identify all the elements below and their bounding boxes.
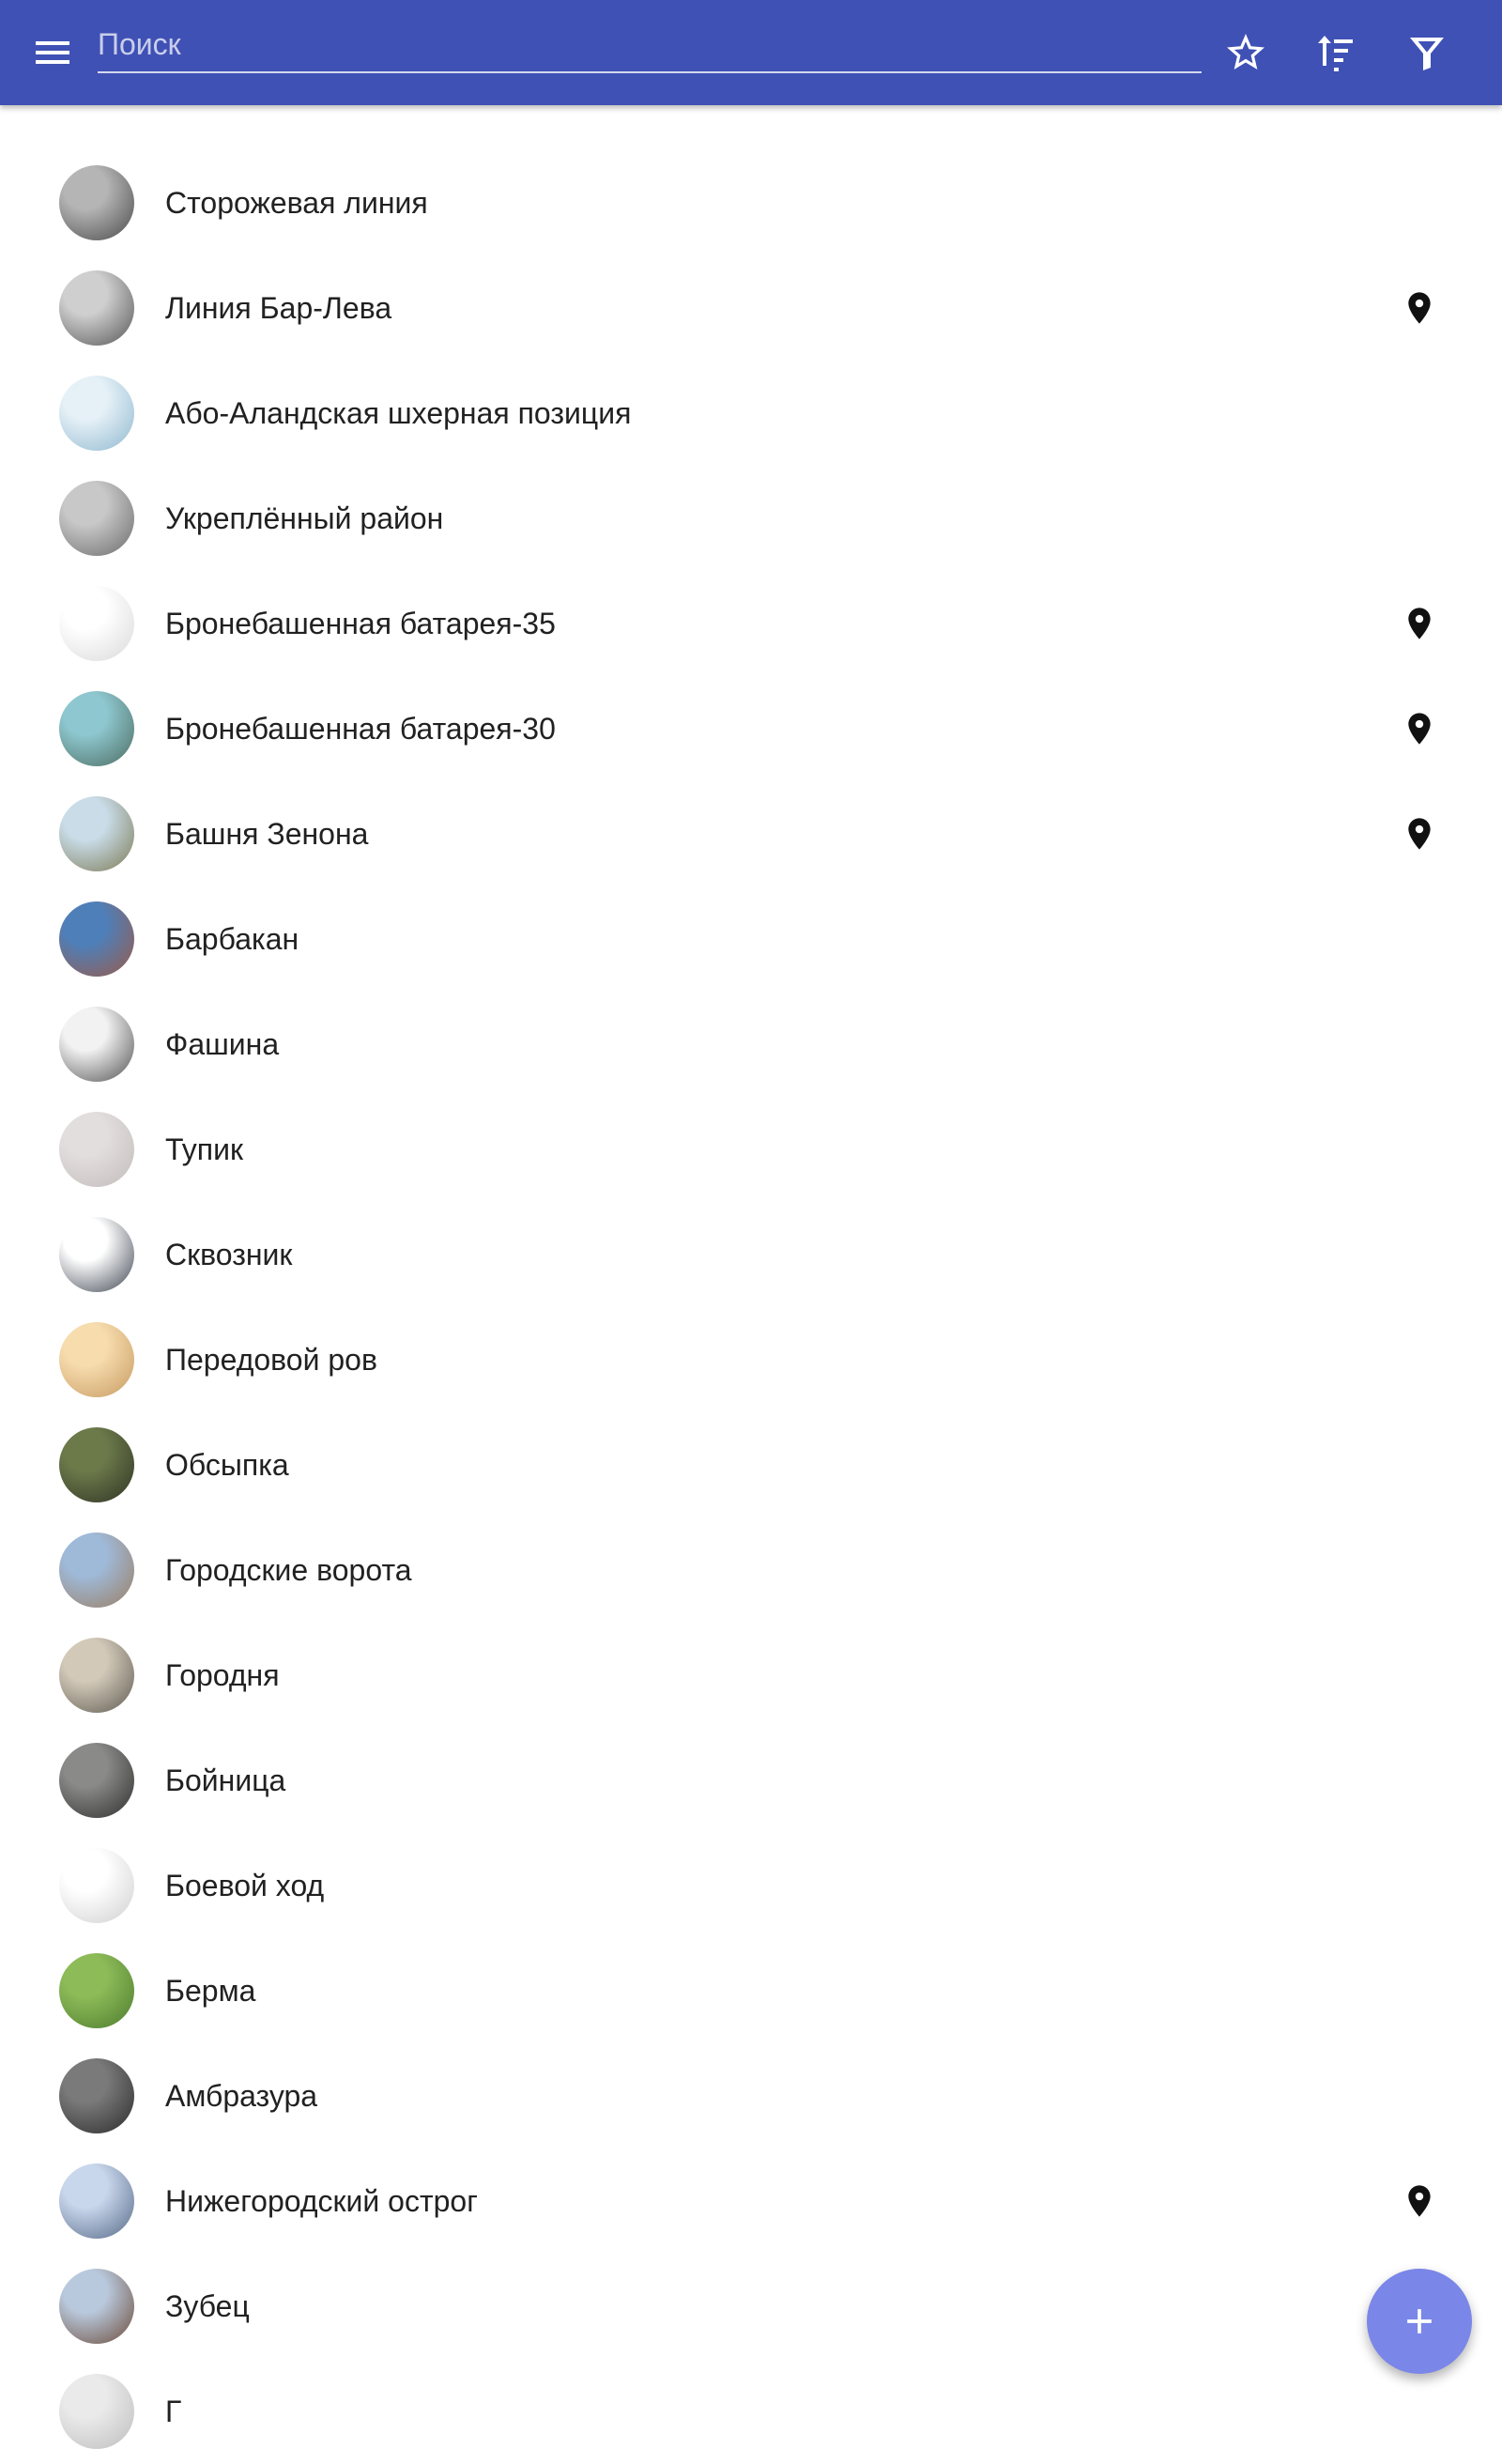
item-thumbnail (59, 376, 134, 451)
list-item[interactable]: Бойница (0, 1728, 1502, 1833)
list-item[interactable]: Бронебашенная батарея-35 (0, 571, 1502, 676)
filter-button[interactable] (1389, 15, 1464, 90)
item-thumbnail (59, 2374, 134, 2449)
list-item[interactable]: Або-Аландская шхерная позиция (0, 361, 1502, 466)
list-item[interactable]: Сторожевая линия (0, 150, 1502, 255)
item-thumbnail (59, 1848, 134, 1923)
list-item[interactable]: Амбразура (0, 2043, 1502, 2148)
item-label: Амбразура (165, 2079, 318, 2113)
item-label: Тупик (165, 1132, 243, 1166)
list-item[interactable]: Башня Зенона (0, 781, 1502, 886)
list-item[interactable]: Городня (0, 1623, 1502, 1728)
location-pin-icon[interactable] (1401, 2182, 1438, 2220)
item-label: Берма (165, 1974, 256, 2008)
item-label: Сторожевая линия (165, 186, 428, 220)
list-item[interactable]: Зубец (0, 2254, 1502, 2359)
item-thumbnail (59, 2164, 134, 2239)
item-label: Городские ворота (165, 1553, 412, 1587)
list-item[interactable]: Г (0, 2359, 1502, 2464)
location-pin-icon[interactable] (1401, 815, 1438, 853)
item-thumbnail (59, 481, 134, 556)
item-thumbnail (59, 270, 134, 346)
item-thumbnail (59, 1743, 134, 1818)
item-label: Або-Аландская шхерная позиция (165, 396, 632, 430)
plus-icon (1407, 2309, 1432, 2333)
sort-button[interactable] (1298, 15, 1373, 90)
item-label: Укреплённый район (165, 501, 444, 535)
item-thumbnail (59, 691, 134, 766)
item-label: Бронебашенная батарея-30 (165, 712, 556, 746)
item-thumbnail (59, 796, 134, 871)
item-label: Зубец (165, 2289, 250, 2323)
item-label: Нижегородский острог (165, 2184, 478, 2218)
search-input[interactable] (98, 17, 1202, 73)
list-item[interactable]: Обсыпка (0, 1412, 1502, 1517)
location-pin-icon[interactable] (1401, 605, 1438, 642)
location-pin-icon[interactable] (1401, 710, 1438, 747)
list-item[interactable]: Линия Бар-Лева (0, 255, 1502, 361)
item-thumbnail (59, 586, 134, 661)
item-thumbnail (59, 2058, 134, 2133)
menu-button[interactable] (15, 15, 90, 90)
list-item[interactable]: Барбакан (0, 886, 1502, 992)
location-pin-icon[interactable] (1401, 289, 1438, 327)
item-thumbnail (59, 1953, 134, 2028)
list-item[interactable]: Боевой ход (0, 1833, 1502, 1938)
item-thumbnail (59, 1007, 134, 1082)
item-label: Городня (165, 1658, 280, 1692)
item-label: Бронебашенная батарея-35 (165, 607, 556, 640)
item-thumbnail (59, 2269, 134, 2344)
list-item[interactable]: Нижегородский острог (0, 2148, 1502, 2254)
item-label: Передовой ров (165, 1343, 377, 1377)
item-label: Линия Бар-Лева (165, 291, 392, 325)
item-thumbnail (59, 1427, 134, 1502)
list-item[interactable]: Берма (0, 1938, 1502, 2043)
item-thumbnail (59, 1217, 134, 1292)
item-label: Г (165, 2395, 182, 2428)
item-label: Бойница (165, 1763, 286, 1797)
sort-icon (1318, 36, 1353, 71)
add-button[interactable] (1367, 2269, 1472, 2374)
item-label: Башня Зенона (165, 817, 369, 851)
filter-icon (1410, 38, 1444, 70)
item-label: Фашина (165, 1027, 280, 1061)
list-item[interactable]: Бронебашенная батарея-30 (0, 676, 1502, 781)
list-item[interactable]: Передовой ров (0, 1307, 1502, 1412)
item-thumbnail (59, 165, 134, 240)
list-item[interactable]: Городские ворота (0, 1517, 1502, 1623)
item-thumbnail (59, 1638, 134, 1713)
list-item[interactable]: Фашина (0, 992, 1502, 1097)
app-toolbar (0, 0, 1502, 105)
item-thumbnail (59, 1532, 134, 1608)
items-list: Сторожевая линия Линия Бар-Лева Або-Аландс… (0, 150, 1502, 2464)
item-label: Обсыпка (165, 1448, 289, 1482)
item-thumbnail (59, 1112, 134, 1187)
list-item[interactable]: Тупик (0, 1097, 1502, 1202)
item-label: Боевой ход (165, 1869, 325, 1902)
list-item[interactable]: Укреплённый район (0, 466, 1502, 571)
favorites-button[interactable] (1208, 15, 1283, 90)
list-item[interactable]: Сквозник (0, 1202, 1502, 1307)
item-thumbnail (59, 901, 134, 977)
item-label: Барбакан (165, 922, 299, 956)
menu-icon (36, 41, 69, 64)
star-outline-icon (1227, 34, 1264, 69)
item-label: Сквозник (165, 1238, 293, 1271)
item-thumbnail (59, 1322, 134, 1397)
